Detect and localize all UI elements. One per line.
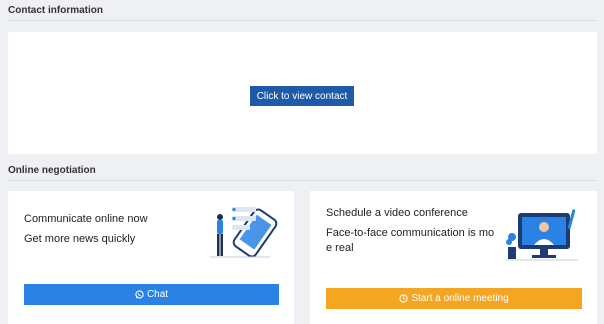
start-meeting-button-label: Start a online meeting (411, 293, 509, 304)
chat-card-line2: Get more news quickly (24, 233, 136, 245)
negotiation-divider (8, 180, 597, 181)
contact-panel: Click to view contact (8, 32, 597, 154)
meeting-card: Schedule a video conference Face-to-face… (310, 191, 597, 324)
video-conference-illustration-icon (506, 209, 578, 261)
chat-illustration-icon (210, 207, 278, 258)
meeting-card-line2b: e real (326, 242, 354, 254)
chat-button-label: Chat (146, 289, 169, 300)
clock-icon (399, 294, 408, 303)
view-contact-button[interactable]: Click to view contact (250, 86, 354, 106)
chat-card-line1: Communicate online now (24, 213, 148, 225)
meeting-card-line1: Schedule a video conference (326, 207, 468, 219)
contact-section-title: Contact information (8, 5, 103, 16)
meeting-card-line2a: Face-to-face communication is mo (326, 227, 495, 239)
contact-divider (8, 20, 597, 21)
chat-card: Communicate online now Get more news qui… (8, 191, 294, 324)
chat-button[interactable]: Chat (24, 284, 279, 305)
start-meeting-button[interactable]: Start a online meeting (326, 288, 582, 309)
negotiation-section-title: Online negotiation (8, 165, 96, 176)
whatsapp-icon (135, 290, 144, 299)
